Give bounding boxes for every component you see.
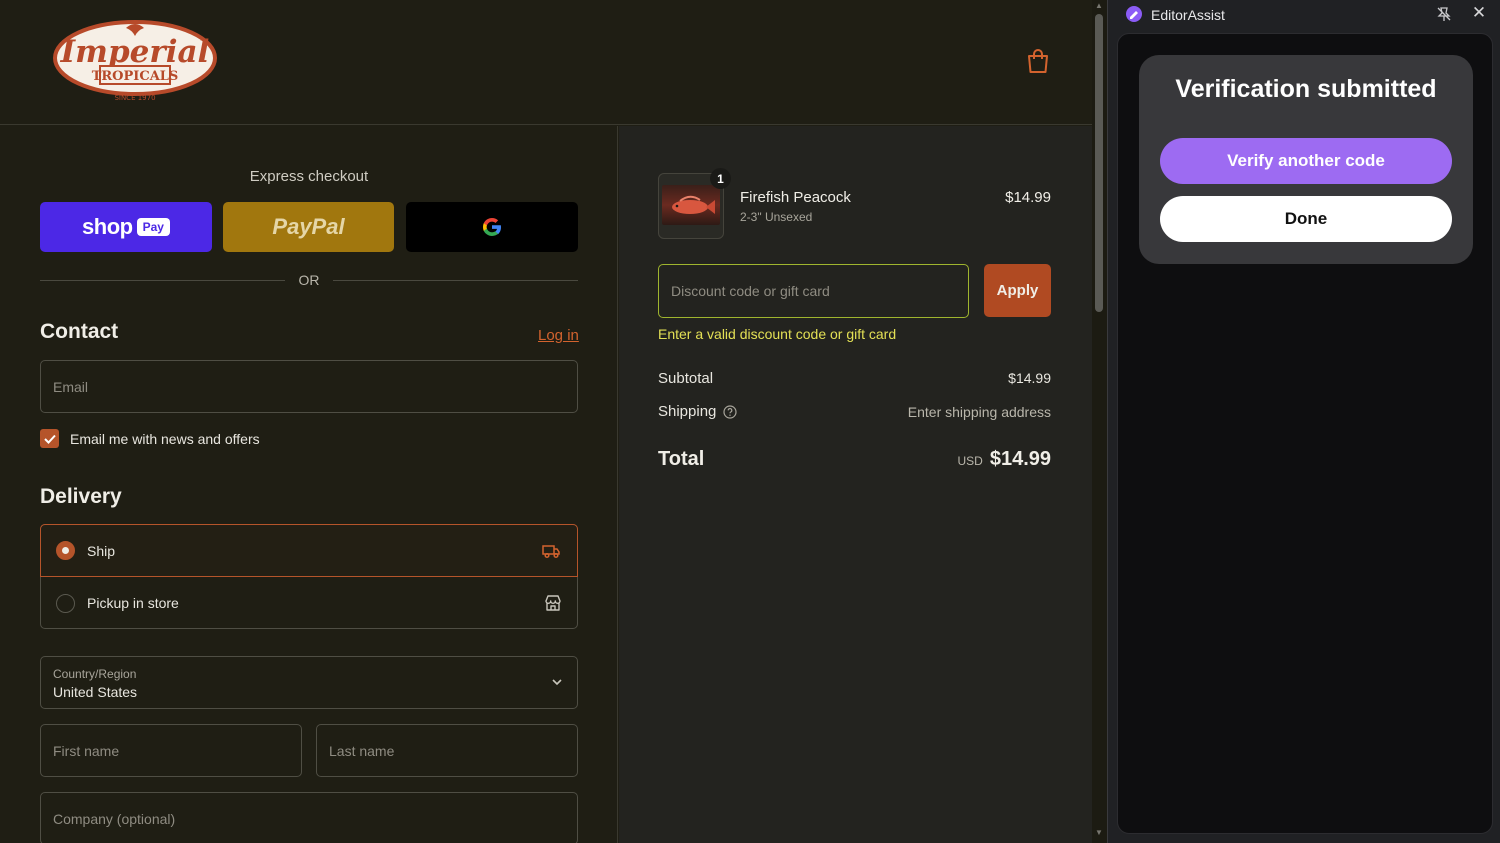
news-offers-label: Email me with news and offers xyxy=(70,430,260,447)
shop-pay-wordmark: shop xyxy=(82,214,133,239)
fish-image xyxy=(672,195,715,214)
first-name-field[interactable] xyxy=(40,724,302,777)
verification-title: Verification submitted xyxy=(1175,75,1437,103)
product-image xyxy=(662,185,720,225)
country-value: United States xyxy=(53,684,138,700)
help-icon[interactable] xyxy=(723,404,737,419)
discount-error-message: Enter a valid discount code or gift card xyxy=(658,326,897,342)
app: Imperial TROPICALS SINCE 1970 Express ch… xyxy=(0,0,1500,843)
truck-icon xyxy=(542,544,560,558)
company-input[interactable] xyxy=(41,793,577,843)
svg-text:TROPICALS: TROPICALS xyxy=(92,69,179,84)
shipping-label-row: Shipping xyxy=(658,403,737,420)
chevron-down-icon xyxy=(552,679,562,686)
panel-app-name: EditorAssist xyxy=(1151,7,1225,23)
delivery-heading: Delivery xyxy=(40,485,122,508)
panel-titlebar: EditorAssist ✕ xyxy=(1108,0,1500,30)
news-offers-checkbox-row[interactable]: Email me with news and offers xyxy=(40,429,260,448)
discount-input[interactable] xyxy=(659,265,968,317)
divider-right xyxy=(333,280,578,281)
verify-another-code-button[interactable]: Verify another code xyxy=(1160,138,1452,184)
store-header: Imperial TROPICALS SINCE 1970 xyxy=(0,0,1092,125)
login-link[interactable]: Log in xyxy=(538,327,579,344)
checkmark-icon xyxy=(43,434,56,444)
delivery-method-group: Ship Pickup in store xyxy=(40,524,578,629)
subtotal-label: Subtotal xyxy=(658,370,714,387)
product-thumbnail: 1 xyxy=(658,168,731,239)
last-name-field[interactable] xyxy=(316,724,578,777)
pickup-option[interactable]: Pickup in store xyxy=(41,577,579,629)
store-icon xyxy=(545,595,561,611)
first-name-input[interactable] xyxy=(41,725,301,776)
editorassist-panel: EditorAssist ✕ Verification submitted Ve… xyxy=(1107,0,1500,843)
product-name: Firefish Peacock xyxy=(740,189,851,206)
panel-body: Verification submitted Verify another co… xyxy=(1117,33,1493,834)
discount-field[interactable] xyxy=(658,264,969,318)
quantity-badge: 1 xyxy=(710,168,731,189)
logo-graphic: Imperial TROPICALS SINCE 1970 xyxy=(53,20,217,102)
company-field[interactable] xyxy=(40,792,578,843)
shop-pay-badge: Pay xyxy=(136,218,170,236)
page-scrollbar[interactable]: ▲ ▼ xyxy=(1092,0,1106,843)
divider-left xyxy=(40,280,285,281)
scroll-down-arrow[interactable]: ▼ xyxy=(1095,829,1103,837)
country-label: Country/Region xyxy=(53,667,137,681)
ship-label: Ship xyxy=(87,542,116,559)
scroll-thumb[interactable] xyxy=(1095,14,1103,312)
apply-button[interactable]: Apply xyxy=(984,264,1051,317)
close-icon[interactable]: ✕ xyxy=(1470,4,1488,22)
product-variant: 2-3" Unsexed xyxy=(740,210,813,224)
svg-text:Imperial: Imperial xyxy=(60,34,210,70)
shipping-label: Shipping xyxy=(658,403,717,420)
pin-icon[interactable] xyxy=(1435,5,1453,23)
shopping-bag-icon[interactable] xyxy=(1026,48,1050,74)
email-field[interactable] xyxy=(40,360,578,413)
total-amount: $14.99 xyxy=(989,448,1051,470)
google-icon xyxy=(483,218,501,236)
pickup-radio[interactable] xyxy=(56,593,75,613)
country-select[interactable]: Country/Region United States xyxy=(40,656,578,709)
pickup-label: Pickup in store xyxy=(87,595,179,611)
email-input[interactable] xyxy=(41,361,577,412)
checkout-page: Imperial TROPICALS SINCE 1970 Express ch… xyxy=(0,0,1092,843)
express-checkout-title: Express checkout xyxy=(249,168,369,185)
editorassist-app-icon xyxy=(1126,6,1142,22)
total-label: Total xyxy=(658,448,705,470)
ship-radio[interactable] xyxy=(56,541,75,560)
contact-heading: Contact xyxy=(40,320,119,343)
svg-text:SINCE 1970: SINCE 1970 xyxy=(114,94,155,102)
subtotal-value: $14.99 xyxy=(1008,370,1051,386)
product-price: $14.99 xyxy=(1005,189,1051,206)
total-currency: USD xyxy=(957,454,983,468)
paypal-wordmark: PayPal xyxy=(272,214,345,239)
done-button[interactable]: Done xyxy=(1160,196,1452,242)
store-logo[interactable]: Imperial TROPICALS SINCE 1970 xyxy=(52,18,218,102)
paypal-button[interactable]: PayPal xyxy=(223,202,394,252)
shipping-value: Enter shipping address xyxy=(907,404,1051,420)
news-offers-checkbox[interactable] xyxy=(40,429,59,448)
checkout-form: Express checkout shop Pay PayPal OR Cont… xyxy=(0,126,618,843)
or-divider-text: OR xyxy=(298,272,320,288)
google-pay-button[interactable] xyxy=(406,202,578,252)
scroll-up-arrow[interactable]: ▲ xyxy=(1095,2,1103,10)
shop-pay-button[interactable]: shop Pay xyxy=(40,202,212,252)
ship-option[interactable]: Ship xyxy=(40,524,578,577)
last-name-input[interactable] xyxy=(317,725,577,776)
order-summary: 1 Firefish Peacock 2-3" Unsexed $14.99 A… xyxy=(619,126,1092,843)
verification-card: Verification submitted Verify another co… xyxy=(1139,55,1473,264)
total-value-group: USD $14.99 xyxy=(957,448,1051,471)
